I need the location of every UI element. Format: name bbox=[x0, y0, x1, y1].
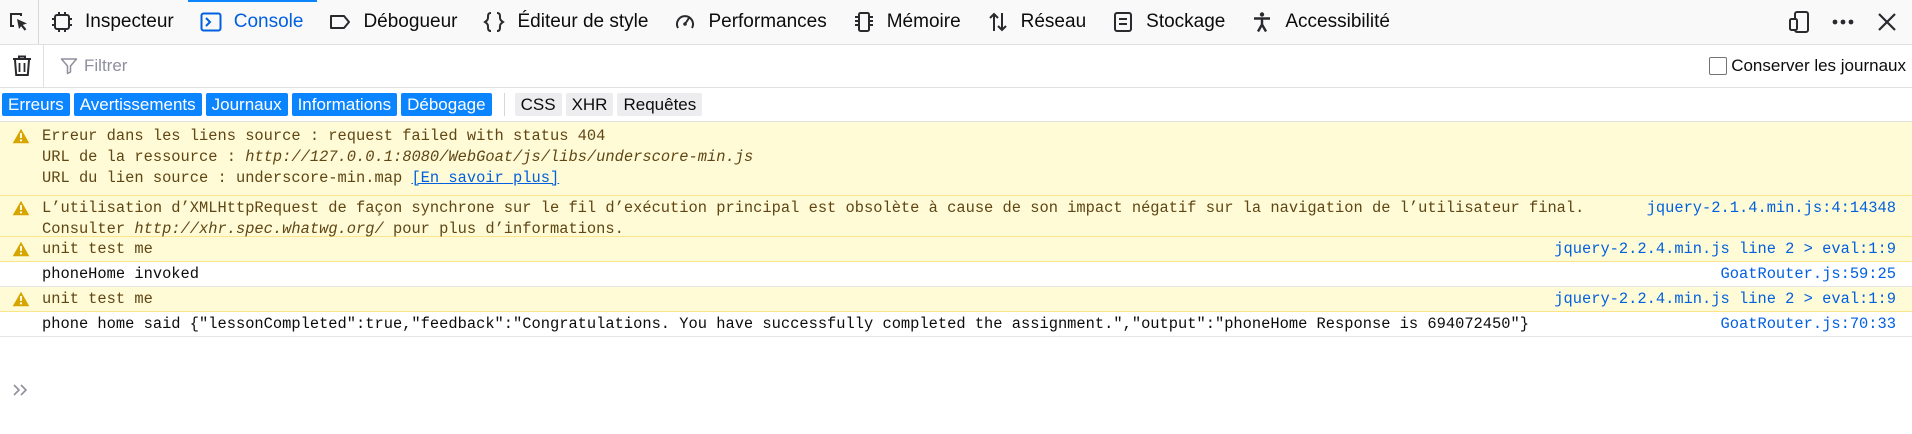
tab-label: Performances bbox=[708, 11, 827, 32]
tab-label: Console bbox=[233, 11, 304, 32]
console-message-warning[interactable]: Erreur dans les liens source : request f… bbox=[0, 122, 1912, 196]
accessibility-icon bbox=[1251, 11, 1273, 33]
filter-logs-button[interactable]: Journaux bbox=[205, 93, 288, 116]
console-message-warning[interactable]: unit test me jquery-2.2.4.min.js line 2 … bbox=[0, 287, 1912, 312]
element-picker-button[interactable] bbox=[0, 0, 39, 44]
tab-editeur-de-style[interactable]: Éditeur de style bbox=[471, 0, 662, 44]
toolbar-actions bbox=[1786, 0, 1912, 44]
console-message-warning[interactable]: unit test me jquery-2.2.4.min.js line 2 … bbox=[0, 237, 1912, 262]
filter-xhr-button[interactable]: XHR bbox=[565, 93, 614, 116]
source-location-link[interactable]: jquery-2.2.4.min.js line 2 > eval:1:9 bbox=[1554, 289, 1896, 310]
warning-icon bbox=[0, 289, 42, 307]
tab-accessibilite[interactable]: Accessibilité bbox=[1239, 0, 1404, 44]
filter-css-button[interactable]: CSS bbox=[514, 93, 562, 116]
filter-input[interactable] bbox=[84, 56, 684, 76]
message-text: URL du lien source : underscore-min.map bbox=[42, 169, 412, 187]
responsive-mode-icon bbox=[1789, 11, 1809, 33]
console-message-log[interactable]: phoneHome invoked GoatRouter.js:59:25 bbox=[0, 262, 1912, 287]
console-message-warning[interactable]: L’utilisation d’XMLHttpRequest de façon … bbox=[0, 196, 1912, 240]
message-text: Consulter bbox=[42, 220, 135, 238]
source-location-link[interactable]: jquery-2.2.4.min.js line 2 > eval:1:9 bbox=[1554, 239, 1896, 260]
tab-label: Mémoire bbox=[886, 11, 961, 32]
clear-console-button[interactable] bbox=[0, 44, 44, 88]
tab-memoire[interactable]: Mémoire bbox=[841, 0, 975, 44]
responsive-mode-button[interactable] bbox=[1786, 9, 1812, 35]
memory-icon bbox=[853, 11, 875, 33]
debugger-icon bbox=[329, 11, 351, 33]
message-body: L’utilisation d’XMLHttpRequest de façon … bbox=[42, 198, 1912, 240]
element-picker-icon bbox=[10, 13, 27, 31]
chevron-double-right-icon bbox=[13, 384, 28, 396]
tab-label: Stockage bbox=[1146, 11, 1226, 32]
more-options-icon bbox=[1832, 19, 1854, 25]
tab-label: Réseau bbox=[1020, 11, 1087, 32]
warning-icon bbox=[0, 198, 42, 216]
performance-icon bbox=[674, 11, 696, 33]
message-text: phoneHome invoked bbox=[42, 265, 200, 283]
filter-warnings-button[interactable]: Avertissements bbox=[73, 93, 202, 116]
storage-icon bbox=[1112, 11, 1134, 33]
message-text: L’utilisation d’XMLHttpRequest de façon … bbox=[42, 199, 1585, 217]
console-filter-bar: Conserver les journaux bbox=[0, 44, 1912, 88]
warning-icon bbox=[0, 126, 42, 144]
message-text: pour plus d’informations. bbox=[383, 220, 624, 238]
source-location-link[interactable]: GoatRouter.js:70:33 bbox=[1721, 314, 1896, 335]
spec-url: http://xhr.spec.whatwg.org/ bbox=[134, 220, 384, 238]
message-text: URL de la ressource : bbox=[42, 148, 246, 166]
filter-icon bbox=[60, 57, 78, 75]
tab-label: Accessibilité bbox=[1285, 11, 1390, 32]
console-output: Erreur dans les liens source : request f… bbox=[0, 122, 1912, 337]
message-text: phone home said {"lessonCompleted":true,… bbox=[42, 315, 1529, 333]
tab-debogueur[interactable]: Débogueur bbox=[317, 0, 471, 44]
tab-label: Éditeur de style bbox=[517, 11, 649, 32]
filter-separator bbox=[503, 93, 505, 116]
console-icon bbox=[200, 11, 222, 33]
persist-logs-checkbox[interactable] bbox=[1709, 57, 1728, 75]
style-editor-icon bbox=[483, 11, 506, 33]
tab-inspecteur[interactable]: Inspecteur bbox=[39, 0, 188, 44]
network-icon bbox=[987, 11, 1009, 33]
console-message-log[interactable]: phone home said {"lessonCompleted":true,… bbox=[0, 312, 1912, 337]
log-icon-spacer bbox=[0, 314, 42, 316]
persist-logs-label: Conserver les journaux bbox=[1731, 56, 1906, 75]
close-icon bbox=[1878, 13, 1896, 31]
tab-reseau[interactable]: Réseau bbox=[975, 0, 1101, 44]
tab-console[interactable]: Console bbox=[187, 0, 318, 44]
tab-performances[interactable]: Performances bbox=[662, 0, 840, 44]
devtools-toolbar: Inspecteur Console Débogueur Éditeur de … bbox=[0, 0, 1912, 45]
warning-icon bbox=[0, 239, 42, 257]
close-devtools-button[interactable] bbox=[1874, 9, 1900, 35]
source-location-link[interactable]: jquery-2.1.4.min.js:4:14348 bbox=[1647, 198, 1896, 219]
tab-stockage[interactable]: Stockage bbox=[1100, 0, 1239, 44]
tab-label: Inspecteur bbox=[85, 11, 174, 32]
console-input[interactable] bbox=[0, 372, 1912, 408]
more-options-button[interactable] bbox=[1830, 9, 1856, 35]
resource-url: http://127.0.0.1:8080/WebGoat/js/libs/un… bbox=[245, 148, 754, 166]
filter-field[interactable] bbox=[44, 45, 1709, 87]
filter-info-button[interactable]: Informations bbox=[291, 93, 398, 116]
message-text: Erreur dans les liens source : request f… bbox=[42, 127, 606, 145]
log-icon-spacer bbox=[0, 264, 42, 266]
category-filter-bar: Erreurs Avertissements Journaux Informat… bbox=[0, 88, 1912, 122]
source-location-link[interactable]: GoatRouter.js:59:25 bbox=[1721, 264, 1896, 285]
learn-more-link[interactable]: [En savoir plus] bbox=[411, 169, 559, 187]
trash-icon bbox=[12, 55, 31, 76]
filter-errors-button[interactable]: Erreurs bbox=[2, 93, 70, 116]
tab-label: Débogueur bbox=[363, 11, 458, 32]
inspector-icon bbox=[51, 11, 73, 33]
filter-debug-button[interactable]: Débogage bbox=[401, 93, 492, 116]
message-body: Erreur dans les liens source : request f… bbox=[42, 126, 1912, 189]
persist-logs-option[interactable]: Conserver les journaux bbox=[1709, 56, 1912, 76]
filter-requests-button[interactable]: Requêtes bbox=[617, 93, 703, 116]
